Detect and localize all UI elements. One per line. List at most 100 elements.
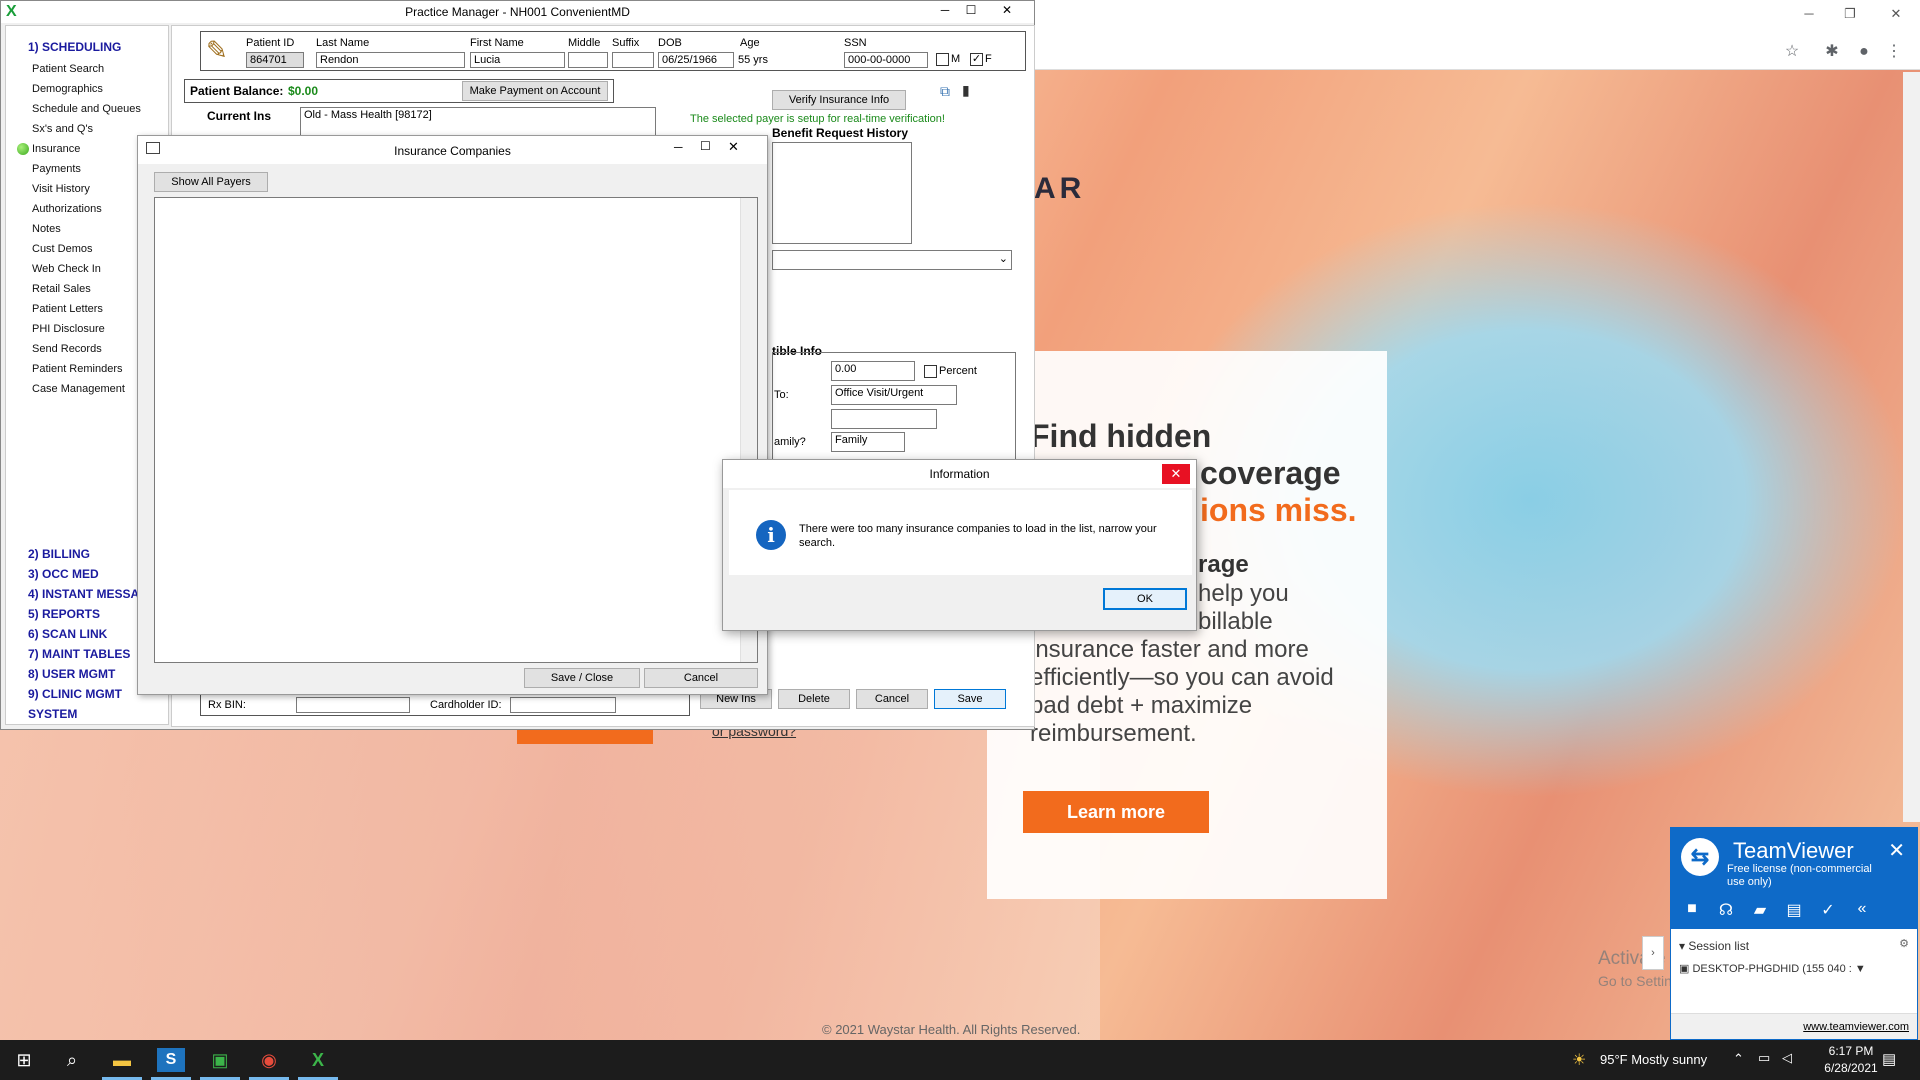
clipboard-icon[interactable]: ▮ [962,82,970,99]
login-button-fragment[interactable] [517,728,653,744]
weather-text[interactable]: 95°F Mostly sunny [1600,1052,1707,1067]
female-checkbox[interactable]: ✓ [970,53,983,66]
volume-icon[interactable]: ◁ [1782,1050,1792,1066]
current-ins-list[interactable]: Old - Mass Health [98172] [300,107,656,137]
bookmark-star-icon[interactable]: ☆ [1782,42,1802,62]
nav-item[interactable]: Visit History [32,183,90,195]
nav-billing[interactable]: 2) BILLING [28,547,90,561]
menu-icon[interactable]: ⋮ [1884,42,1904,62]
chrome-icon[interactable]: ◉ [255,1048,283,1072]
nav-system[interactable]: SYSTEM [28,707,77,721]
teamviewer-close-icon[interactable]: ✕ [1888,838,1905,863]
ssn-field[interactable]: 000-00-0000 [844,52,928,68]
hero-line-2: coverage [1200,455,1341,491]
app-green-icon[interactable]: ▣ [206,1048,234,1072]
nav-item[interactable]: Demographics [32,83,103,95]
save-button[interactable]: Save [934,689,1006,709]
nav-item[interactable]: Patient Letters [32,303,103,315]
nav-scheduling[interactable]: 1) SCHEDULING [28,40,121,54]
teamviewer-link[interactable]: www.teamviewer.com [1671,1013,1917,1039]
session-list-label[interactable]: ▾ Session list [1679,939,1749,953]
info-close-icon[interactable]: ✕ [1162,464,1190,484]
maximize-icon[interactable]: ☐ [700,139,711,153]
nav-user-mgmt[interactable]: 8) USER MGMT [28,667,115,681]
restore-icon[interactable]: ❐ [1840,6,1860,22]
payer-dropdown[interactable]: ⌄ [772,250,1012,270]
deductible-extra-field[interactable] [831,409,937,429]
tray-chevron-icon[interactable]: ⌃ [1733,1051,1744,1067]
cardholder-field[interactable] [510,697,616,713]
nav-item[interactable]: Case Management [32,383,125,395]
nav-item[interactable]: Retail Sales [32,283,91,295]
close-icon[interactable]: ✕ [1886,6,1906,22]
nav-reports[interactable]: 5) REPORTS [28,607,100,621]
chat-icon[interactable]: ▰ [1749,900,1771,920]
nav-item[interactable]: Notes [32,223,61,235]
nav-item[interactable]: Authorizations [32,203,102,215]
nav-occ-med[interactable]: 3) OCC MED [28,567,99,581]
browser-scrollbar[interactable] [1903,72,1920,822]
headset-icon[interactable]: ☊ [1715,900,1737,920]
pin-icon[interactable]: ✓ [1817,900,1839,920]
suffix-field[interactable] [612,52,654,68]
family-dropdown[interactable]: Family [831,432,905,452]
nav-item[interactable]: Send Records [32,343,102,355]
dob-field[interactable]: 06/25/1966 [658,52,734,68]
make-payment-button[interactable]: Make Payment on Account [462,81,608,101]
insurance-company-list[interactable] [154,197,758,663]
collapse-icon[interactable]: « [1851,900,1873,918]
learn-more-button[interactable]: Learn more [1023,791,1209,833]
rx-bin-field[interactable] [296,697,410,713]
ok-button[interactable]: OK [1103,588,1187,610]
nav-item[interactable]: Patient Reminders [32,363,123,375]
search-icon[interactable]: ⌕ [58,1048,86,1072]
nav-maint-tables[interactable]: 7) MAINT TABLES [28,647,130,661]
nav-clinic-mgmt[interactable]: 9) CLINIC MGMT [28,687,122,701]
minimize-icon[interactable]: ─ [1799,6,1819,22]
panel-expand-icon[interactable]: › [1642,936,1664,970]
benefit-history-list[interactable] [772,142,912,244]
network-icon[interactable]: ▭ [1758,1050,1770,1066]
first-name-field[interactable]: Lucia [470,52,565,68]
clock-time[interactable]: 6:17 PM [1815,1044,1887,1058]
settings-gear-icon[interactable]: ⚙ [1899,937,1909,950]
windows-start-icon[interactable]: ⊞ [10,1048,38,1072]
profile-icon[interactable]: ● [1854,42,1874,62]
app-s-icon[interactable]: S [157,1048,185,1072]
close-icon[interactable]: ✕ [728,139,739,155]
nav-item[interactable]: Payments [32,163,81,175]
nav-item[interactable]: Cust Demos [32,243,93,255]
nav-item[interactable]: Sx's and Q's [32,123,93,135]
clock-date[interactable]: 6/28/2021 [1815,1061,1887,1075]
nav-item[interactable]: Patient Search [32,63,104,75]
to-dropdown[interactable]: Office Visit/Urgent [831,385,957,405]
minimize-icon[interactable]: ─ [674,140,683,154]
dialog-cancel-button[interactable]: Cancel [644,668,758,688]
session-device[interactable]: ▣ DESKTOP-PHGDHID (155 040 : ▼ [1679,962,1866,975]
file-icon[interactable]: ▤ [1783,900,1805,920]
male-checkbox[interactable] [936,53,949,66]
close-icon[interactable]: ✕ [983,1,1031,21]
copy-icon[interactable]: ⧉ [940,83,950,100]
video-icon[interactable]: ■ [1681,900,1703,918]
nav-item[interactable]: PHI Disclosure [32,323,105,335]
nav-item[interactable]: Schedule and Queues [32,103,141,115]
extensions-icon[interactable]: ✱ [1822,42,1842,62]
cancel-button[interactable]: Cancel [856,689,928,709]
notifications-icon[interactable]: ▤ [1882,1050,1896,1068]
save-close-button[interactable]: Save / Close [524,668,640,688]
practice-manager-icon[interactable]: X [304,1048,332,1072]
percent-checkbox[interactable] [924,365,937,378]
middle-field[interactable] [568,52,608,68]
delete-button[interactable]: Delete [778,689,850,709]
nav-item[interactable]: Web Check In [32,263,101,275]
nav-item-insurance[interactable]: Insurance [32,143,80,155]
amount-field[interactable]: 0.00 [831,361,915,381]
to-label: To: [774,389,789,401]
file-explorer-icon[interactable]: ▬ [108,1048,136,1072]
nav-scan-link[interactable]: 6) SCAN LINK [28,627,107,641]
sub-line-5: bad debt + maximize [1030,692,1253,719]
show-all-payers-button[interactable]: Show All Payers [154,172,268,192]
last-name-field[interactable]: Rendon [316,52,465,68]
verify-insurance-button[interactable]: Verify Insurance Info [772,90,906,110]
